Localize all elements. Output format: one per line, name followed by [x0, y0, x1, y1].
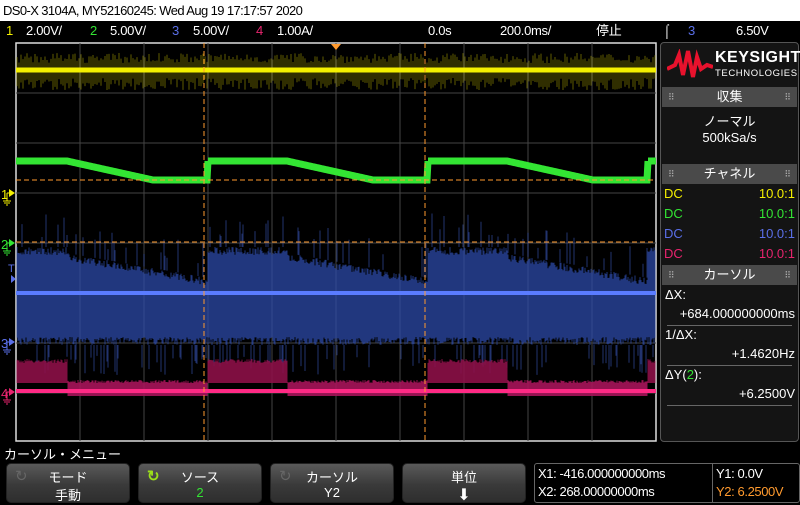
inverse-delta-x-value: +1.4620Hz: [731, 346, 795, 361]
ch2-number[interactable]: 2: [90, 21, 97, 41]
status-bar: 1 2.00V/ 2 5.00V/ 3 5.00V/ 4 1.00A/ 0.0s…: [0, 21, 800, 41]
cursor-readout: X1: -416.000000000ms X2: 268.00000000ms …: [534, 463, 800, 503]
wave-logo-icon: [667, 49, 713, 78]
divider: [667, 325, 792, 326]
softkey-cursor[interactable]: ↻ カーソル Y2: [270, 463, 394, 503]
y1-readout: Y1: 0.0V: [716, 466, 763, 481]
ch3-probe: 10.0:1: [758, 226, 795, 241]
softkey-mode-label: モード: [48, 470, 88, 485]
ch4-scale[interactable]: 1.00A/: [277, 21, 313, 41]
ch4-coupling: DC: [664, 246, 683, 261]
inverse-delta-x-label: 1/ΔX:: [665, 327, 697, 342]
softkey-source[interactable]: ↻ ソース 2: [138, 463, 262, 503]
channel-title: チャネル: [703, 166, 756, 181]
ch1-coupling: DC: [664, 186, 683, 201]
delta-y-value: +6.2500V: [738, 386, 795, 401]
softkey-mode-value: 手動: [54, 488, 81, 503]
rising-edge-icon: ⌠: [663, 23, 671, 38]
y2-readout: Y2: 6.2500V: [716, 484, 784, 499]
menu-title: カーソル・メニュー: [4, 447, 122, 462]
ch4-probe: 10.0:1: [758, 246, 795, 261]
divider: [667, 365, 792, 366]
waveform-display[interactable]: 1 2 T 3 4: [0, 41, 660, 443]
trigger-level-marker[interactable]: T: [8, 263, 16, 283]
channel-header[interactable]: ⠿ チャネル ⠿: [662, 164, 797, 184]
ch4-ground-marker[interactable]: 4: [1, 386, 15, 405]
ch3-coupling: DC: [664, 226, 683, 241]
cursor-title: カーソル: [703, 267, 756, 282]
ch3-number[interactable]: 3: [172, 21, 179, 41]
x2-readout: X2: 268.00000000ms: [538, 484, 655, 499]
softkey-mode[interactable]: ↻ モード 手動: [6, 463, 130, 503]
ch4-number[interactable]: 4: [256, 21, 263, 41]
ch1-number[interactable]: 1: [6, 21, 13, 41]
ch1-scale[interactable]: 2.00V/: [26, 21, 62, 41]
delta-x-value: +684.000000000ms: [679, 306, 795, 321]
arrow-down-icon: ⬇: [457, 487, 471, 504]
ch2-coupling: DC: [664, 206, 683, 221]
keysight-logo: KEYSIGHT TECHNOLOGIES: [665, 47, 800, 83]
side-panel: KEYSIGHT TECHNOLOGIES ⠿ 収集 ⠿ ノーマル 500kSa/s…: [660, 42, 800, 442]
acquisition-title: 収集: [716, 89, 743, 104]
softkey-source-value: 2: [196, 485, 204, 500]
trigger-level[interactable]: 6.50V: [736, 21, 769, 41]
delta-y-label: ΔY(2):: [665, 367, 702, 382]
run-state[interactable]: 停止: [596, 21, 622, 41]
ch2-scale[interactable]: 5.00V/: [110, 21, 146, 41]
brand-sub: TECHNOLOGIES: [715, 68, 798, 79]
ch2-ground-marker[interactable]: 2: [1, 237, 15, 256]
softkey-units[interactable]: 単位 ⬇: [402, 463, 526, 504]
trigger-source[interactable]: 3: [688, 21, 695, 41]
softkey-source-label: ソース: [180, 470, 220, 485]
acquisition-mode: ノーマル: [703, 114, 756, 129]
divider: [667, 405, 792, 406]
ch3-ground-marker[interactable]: 3: [1, 336, 15, 355]
cursor-header[interactable]: ⠿ カーソル ⠿: [662, 265, 797, 285]
window-title: DS0-X 3104A, MY52160245: Wed Aug 19 17:1…: [0, 0, 800, 21]
delta-x-label: ΔX:: [665, 287, 686, 302]
ch2-probe: 10.0:1: [758, 206, 795, 221]
x1-readout: X1: -416.000000000ms: [538, 466, 666, 481]
ch1-probe: 10.0:1: [758, 186, 795, 201]
brand-name: KEYSIGHT: [715, 49, 800, 66]
acquisition-header[interactable]: ⠿ 収集 ⠿: [662, 87, 797, 107]
softkey-cursor-label: カーソル: [305, 470, 358, 485]
horizontal-delay[interactable]: 0.0s: [428, 21, 452, 41]
ch1-ground-marker[interactable]: 1: [1, 187, 15, 206]
delta-y-suffix: ):: [693, 367, 702, 382]
delta-y-prefix: ΔY(: [665, 367, 687, 382]
timebase[interactable]: 200.0ms/: [500, 21, 551, 41]
softkey-units-label: 単位: [450, 470, 477, 485]
divider: [712, 464, 713, 502]
softkey-cursor-value: Y2: [324, 485, 340, 500]
delta-y-channel: 2: [686, 367, 694, 382]
sample-rate: 500kSa/s: [702, 130, 757, 145]
ch3-scale[interactable]: 5.00V/: [193, 21, 229, 41]
trigger-marker-label: T: [8, 263, 15, 275]
